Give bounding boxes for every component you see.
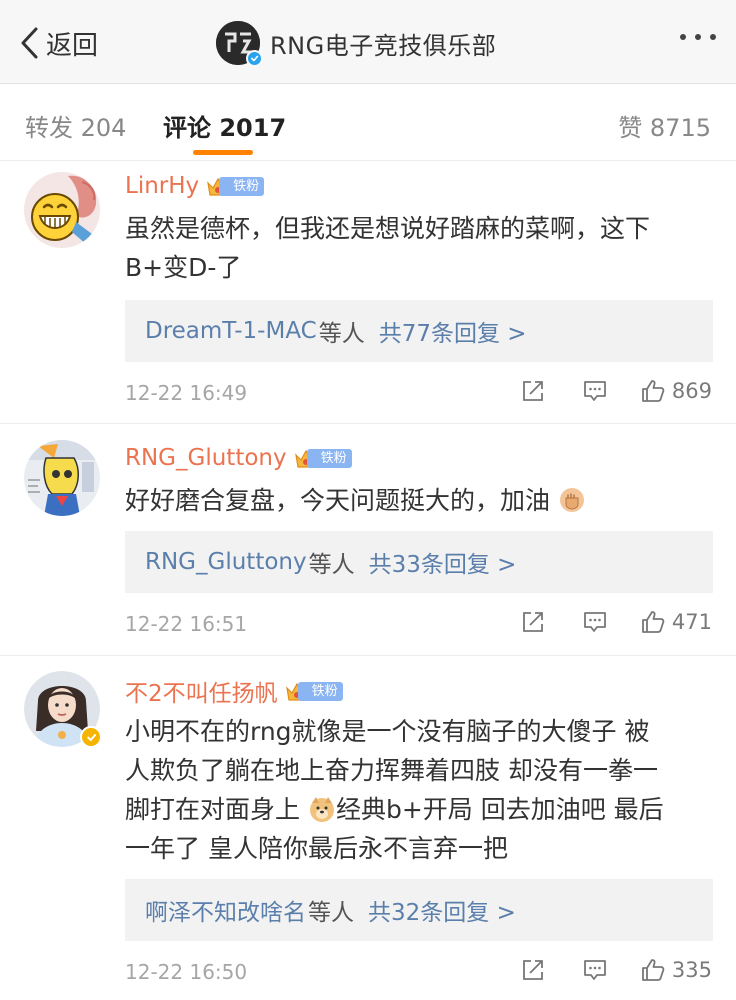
like-count: 869	[671, 379, 712, 403]
reply-users[interactable]: 啊泽不知改啥名	[145, 893, 306, 927]
back-button[interactable]: 返回	[18, 22, 98, 64]
comment-text: 小明不在的rng就像是一个没有脑子的大傻子 被 人欺负了躺在地上奋力挥舞着四肢 …	[125, 712, 715, 868]
comment-actions: 471	[520, 609, 712, 635]
verified-icon	[80, 726, 102, 748]
chevron-left-icon	[21, 27, 38, 59]
page-title-group[interactable]: RNG电子竞技俱乐部	[216, 20, 497, 67]
thumbs-up-icon	[642, 380, 665, 402]
comment-actions: 869	[520, 378, 712, 404]
reply-button[interactable]	[582, 957, 608, 983]
share-icon	[523, 960, 543, 980]
verified-icon	[246, 50, 263, 67]
username[interactable]: RNG_Gluttony	[125, 445, 287, 471]
comment-item: 不2不叫任扬帆 铁粉 小明不在的rng就像是一个没有脑子的大傻子 被 人欺负了躺…	[0, 656, 736, 1000]
comment-icon	[584, 612, 606, 632]
replies-preview[interactable]: DreamT-1-MAC 等人 共77条回复 >	[125, 300, 713, 362]
reply-users[interactable]: DreamT-1-MAC	[145, 318, 317, 344]
share-button[interactable]	[520, 957, 546, 983]
more-options-icon[interactable]	[680, 34, 716, 40]
fist-emoji-icon	[559, 488, 584, 512]
comment-time: 12-22 16:50	[125, 960, 248, 984]
share-button[interactable]	[520, 378, 546, 404]
fan-badge-label: 铁粉	[219, 176, 265, 196]
like-count: 335	[671, 958, 712, 982]
reply-button[interactable]	[582, 378, 608, 404]
reply-count-link[interactable]: 共32条回复 >	[368, 893, 516, 927]
reply-etc: 等人	[318, 321, 365, 347]
replies-preview[interactable]: RNG_Gluttony 等人 共33条回复 >	[125, 531, 713, 593]
username[interactable]: LinrHy	[125, 173, 199, 199]
share-button[interactable]	[520, 609, 546, 635]
like-button[interactable]: 335	[640, 957, 712, 983]
thumbs-up-icon	[642, 611, 665, 633]
doge-emoji-icon	[309, 797, 334, 822]
top-nav-bar: 返回 RNG电子竞技俱乐部	[0, 0, 736, 84]
reply-count-link[interactable]: 共77条回复 >	[379, 314, 527, 348]
comment-text-line: 人欺负了躺在地上奋力挥舞着四肢 却没有一拳一	[125, 756, 658, 785]
back-label: 返回	[46, 30, 99, 61]
page-title: RNG电子竞技俱乐部	[270, 31, 497, 60]
reply-etc: 等人	[308, 900, 354, 926]
comment-time: 12-22 16:51	[125, 612, 248, 636]
replies-preview[interactable]: 啊泽不知改啥名 等人 共32条回复 >	[125, 879, 713, 941]
avatar[interactable]	[24, 671, 102, 748]
share-icon	[523, 612, 543, 632]
fan-badge: 铁粉	[284, 679, 343, 703]
tab-bar: 转发 204 评论 2017 赞 8715	[0, 84, 736, 161]
fan-badge-label: 铁粉	[306, 448, 352, 468]
tab-likes[interactable]: 赞 8715	[618, 108, 711, 143]
tab-repost[interactable]: 转发 204	[25, 108, 126, 143]
comment-text: 虽然是德杯，但我还是想说好踏麻的菜啊，这下 B+变D-了	[125, 209, 715, 287]
comment-icon	[584, 960, 606, 980]
fan-badge: 铁粉	[293, 446, 352, 470]
fan-badge: 铁粉	[205, 174, 265, 198]
comment-item: RNG_Gluttony 铁粉 好好磨合复盘，今天问题挺大的，加油 RNG_Gl…	[0, 424, 736, 656]
comment-text-line: 虽然是德杯，但我还是想说好踏麻的菜啊，这下	[125, 214, 651, 243]
comment-text-line: B+变D-了	[125, 253, 242, 282]
username[interactable]: 不2不叫任扬帆	[125, 674, 278, 708]
comment-icon	[584, 381, 606, 401]
reply-count-link[interactable]: 共33条回复 >	[369, 545, 517, 579]
avatar[interactable]	[24, 172, 100, 248]
reply-etc: 等人	[308, 552, 355, 578]
comment-item: LinrHy 铁粉 虽然是德杯，但我还是想说好踏麻的菜啊，这下 B+变D-了 D…	[0, 161, 736, 424]
avatar[interactable]	[24, 440, 100, 516]
comment-time: 12-22 16:49	[125, 381, 248, 405]
comment-text-line: 好好磨合复盘，今天问题挺大的，加油	[125, 481, 715, 520]
comment-text-line: 一年了 皇人陪你最后永不言弃一把	[125, 834, 508, 863]
comment-actions: 335	[520, 957, 712, 983]
reply-users[interactable]: RNG_Gluttony	[145, 549, 307, 575]
comment-text: 好好磨合复盘，今天问题挺大的，加油	[125, 481, 715, 520]
active-tab-indicator	[193, 150, 253, 155]
thumbs-up-icon	[642, 959, 665, 981]
share-icon	[523, 381, 543, 401]
comment-text-line: 小明不在的rng就像是一个没有脑子的大傻子 被	[125, 717, 650, 746]
like-count: 471	[671, 610, 712, 634]
club-avatar[interactable]	[216, 21, 263, 67]
like-button[interactable]: 471	[640, 609, 712, 635]
comment-text-line: 脚打在对面身上 经典b+开局 回去加油吧 最后	[125, 795, 664, 824]
reply-button[interactable]	[582, 609, 608, 635]
like-button[interactable]: 869	[640, 378, 712, 404]
fan-badge-label: 铁粉	[297, 681, 343, 701]
